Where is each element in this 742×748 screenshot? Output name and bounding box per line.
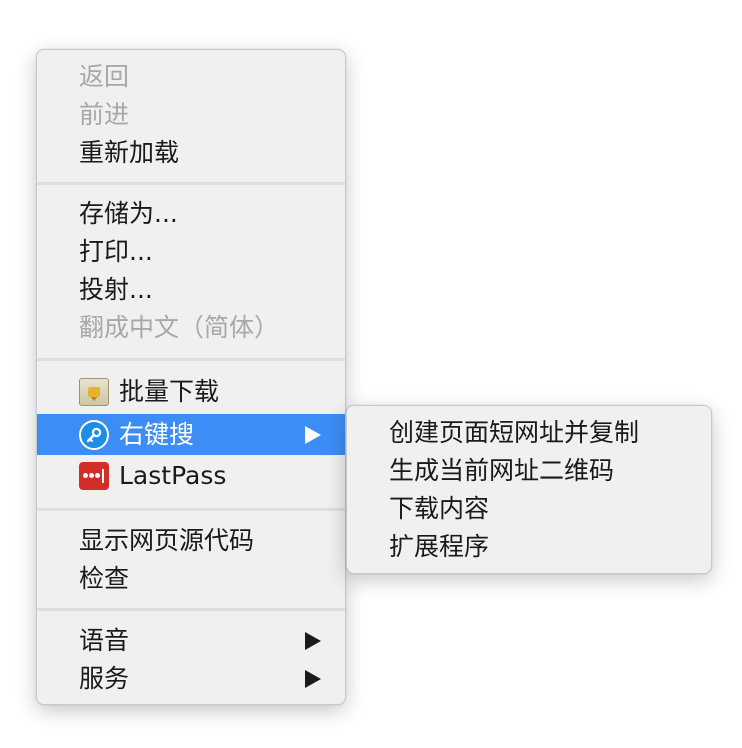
submenu-item-qr-code[interactable]: 生成当前网址二维码 — [389, 452, 614, 490]
menu-item-save-as-label: 存储为... — [79, 199, 178, 228]
menu-item-back-label: 返回 — [79, 62, 130, 91]
menu-separator — [37, 182, 345, 185]
menu-item-right-search[interactable]: 右键搜 — [37, 414, 345, 455]
menu-item-batch-download-label: 批量下载 — [119, 377, 220, 406]
menu-item-forward-label: 前进 — [79, 100, 130, 129]
menu-item-speech[interactable]: 语音 — [37, 622, 345, 660]
batch-download-icon — [79, 378, 109, 406]
context-menu: 返回 前进 重新加载 存储为... 打印... 投射... 翻成中文（简体） 批… — [36, 49, 346, 705]
menu-item-cast-label: 投射... — [79, 275, 153, 304]
right-search-submenu: 创建页面短网址并复制 生成当前网址二维码 下载内容 扩展程序 — [346, 405, 712, 574]
menu-item-view-source-label: 显示网页源代码 — [79, 526, 255, 555]
submenu-arrow-icon — [305, 632, 321, 650]
menu-separator — [37, 508, 345, 511]
menu-item-right-search-label: 右键搜 — [119, 420, 195, 449]
submenu-item-short-url[interactable]: 创建页面短网址并复制 — [389, 414, 639, 452]
submenu-item-extensions[interactable]: 扩展程序 — [389, 528, 489, 566]
menu-item-print[interactable]: 打印... — [37, 233, 345, 271]
menu-item-speech-label: 语音 — [79, 626, 130, 655]
menu-item-lastpass-label: LastPass — [119, 461, 227, 490]
menu-item-inspect[interactable]: 检查 — [37, 560, 345, 598]
menu-item-services[interactable]: 服务 — [37, 660, 345, 698]
submenu-item-download-content[interactable]: 下载内容 — [389, 490, 489, 528]
menu-item-reload-label: 重新加载 — [79, 138, 180, 167]
menu-item-forward: 前进 — [37, 96, 345, 134]
menu-item-save-as[interactable]: 存储为... — [37, 195, 345, 233]
menu-item-view-source[interactable]: 显示网页源代码 — [37, 522, 345, 560]
menu-item-print-label: 打印... — [79, 237, 153, 266]
menu-item-translate-label: 翻成中文（简体） — [79, 313, 280, 342]
menu-item-batch-download[interactable]: 批量下载 — [37, 373, 345, 411]
menu-item-lastpass[interactable]: LastPass — [37, 457, 345, 495]
menu-item-cast[interactable]: 投射... — [37, 271, 345, 309]
menu-item-back: 返回 — [37, 58, 345, 96]
menu-separator — [37, 608, 345, 611]
menu-separator — [37, 358, 345, 361]
menu-item-inspect-label: 检查 — [79, 564, 130, 593]
menu-item-reload[interactable]: 重新加载 — [37, 134, 345, 172]
key-icon — [79, 419, 109, 450]
menu-item-services-label: 服务 — [79, 664, 130, 693]
submenu-arrow-icon — [305, 670, 321, 688]
lastpass-icon — [79, 462, 109, 490]
submenu-arrow-icon — [305, 425, 321, 444]
menu-item-translate: 翻成中文（简体） — [37, 309, 345, 347]
